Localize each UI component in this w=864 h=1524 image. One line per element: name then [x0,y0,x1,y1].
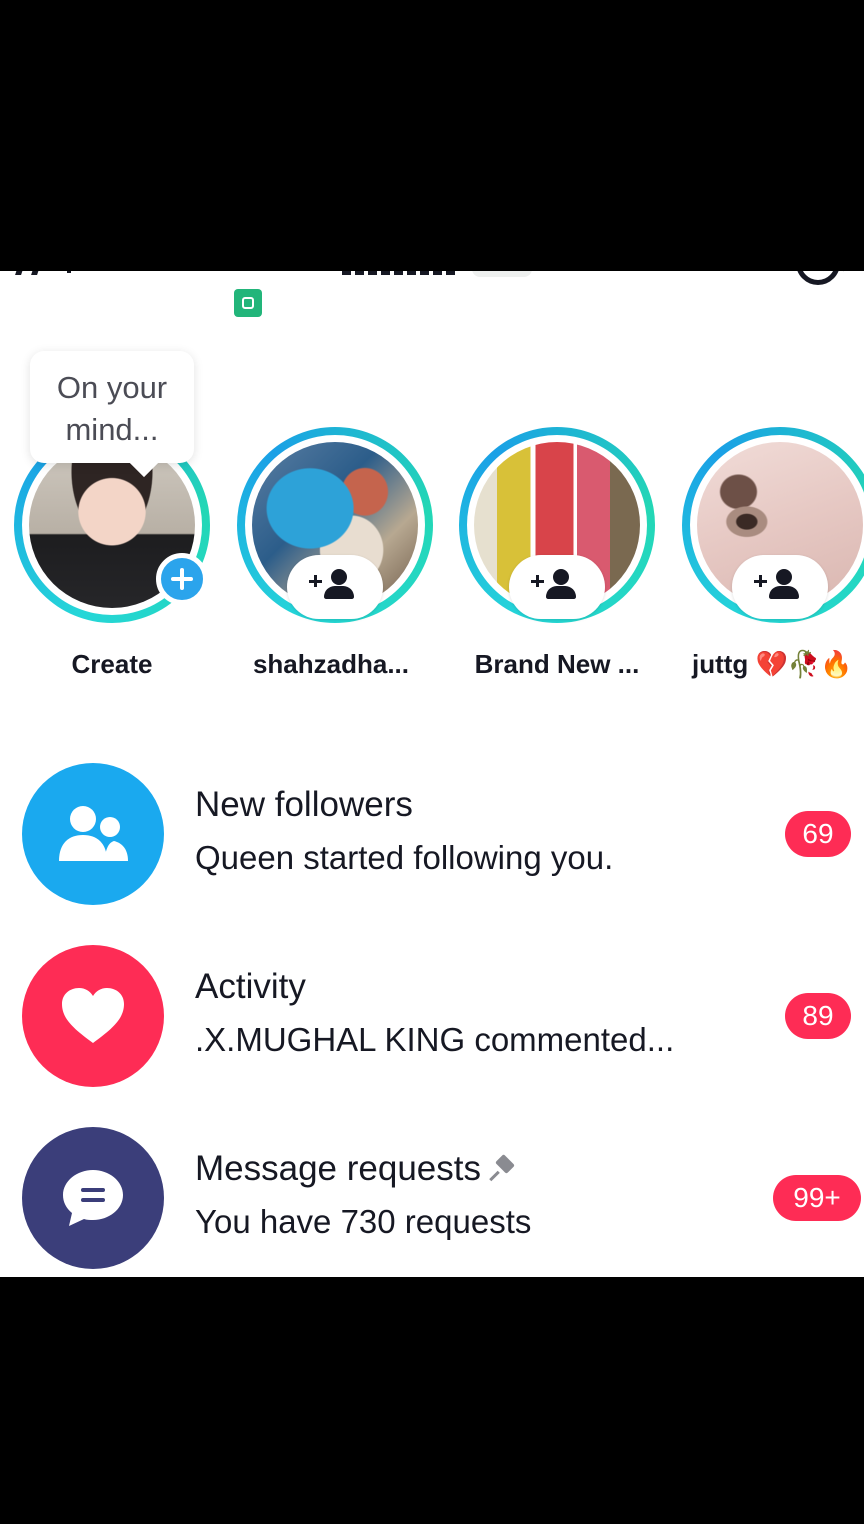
list-item-new-followers[interactable]: New followers Queen started following yo… [0,763,864,913]
row-subtitle: .X.MUGHAL KING commented... [195,1021,675,1058]
list-item-activity[interactable]: Activity .X.MUGHAL KING commented... 89 [0,945,864,1095]
follow-user-icon[interactable] [287,555,383,619]
inbox-screen: On your mind... Create shahzadha... Bran… [0,271,864,1277]
list-item-message-requests[interactable]: Message requests You have 730 requests 9… [0,1127,864,1277]
story-juttg[interactable] [682,427,864,623]
story-label-shahzadha: shahzadha... [252,649,410,679]
search-icon[interactable] [796,271,848,287]
status-chip-icon [234,289,262,317]
letterbox-top [0,0,864,271]
row-title: New followers [195,785,413,824]
heart-icon [22,945,164,1087]
story-label-create: Create [71,649,153,679]
row-subtitle: Queen started following you. [195,839,614,876]
add-plus-icon[interactable] [156,553,208,605]
row-title: Activity [195,967,306,1006]
row-subtitle: You have 730 requests [195,1203,532,1240]
row-title: Message requests [195,1149,517,1189]
story-label-brand-new: Brand New ... [474,649,640,679]
online-status-indicator[interactable] [472,271,532,277]
follow-user-icon[interactable] [732,555,828,619]
story-label-juttg: juttg 💔🥀🔥 [692,649,853,679]
row-title-text: Message requests [195,1149,481,1188]
bubble-text-line2: mind... [65,412,159,447]
on-your-mind-bubble[interactable]: On your mind... [30,351,194,463]
story-brand-new[interactable] [459,427,655,623]
count-badge: 89 [785,993,851,1039]
follow-user-icon[interactable] [509,555,605,619]
bubble-text-line1: On your [56,370,168,405]
message-icon [22,1127,164,1269]
letterbox-bottom [0,1277,864,1524]
followers-icon [22,763,164,905]
add-friends-icon[interactable] [15,271,78,279]
story-shahzadha[interactable] [237,427,433,623]
count-badge: 99+ [773,1175,861,1221]
count-badge: 69 [785,811,851,857]
pin-icon [491,1156,517,1182]
inbox-title [342,271,458,275]
